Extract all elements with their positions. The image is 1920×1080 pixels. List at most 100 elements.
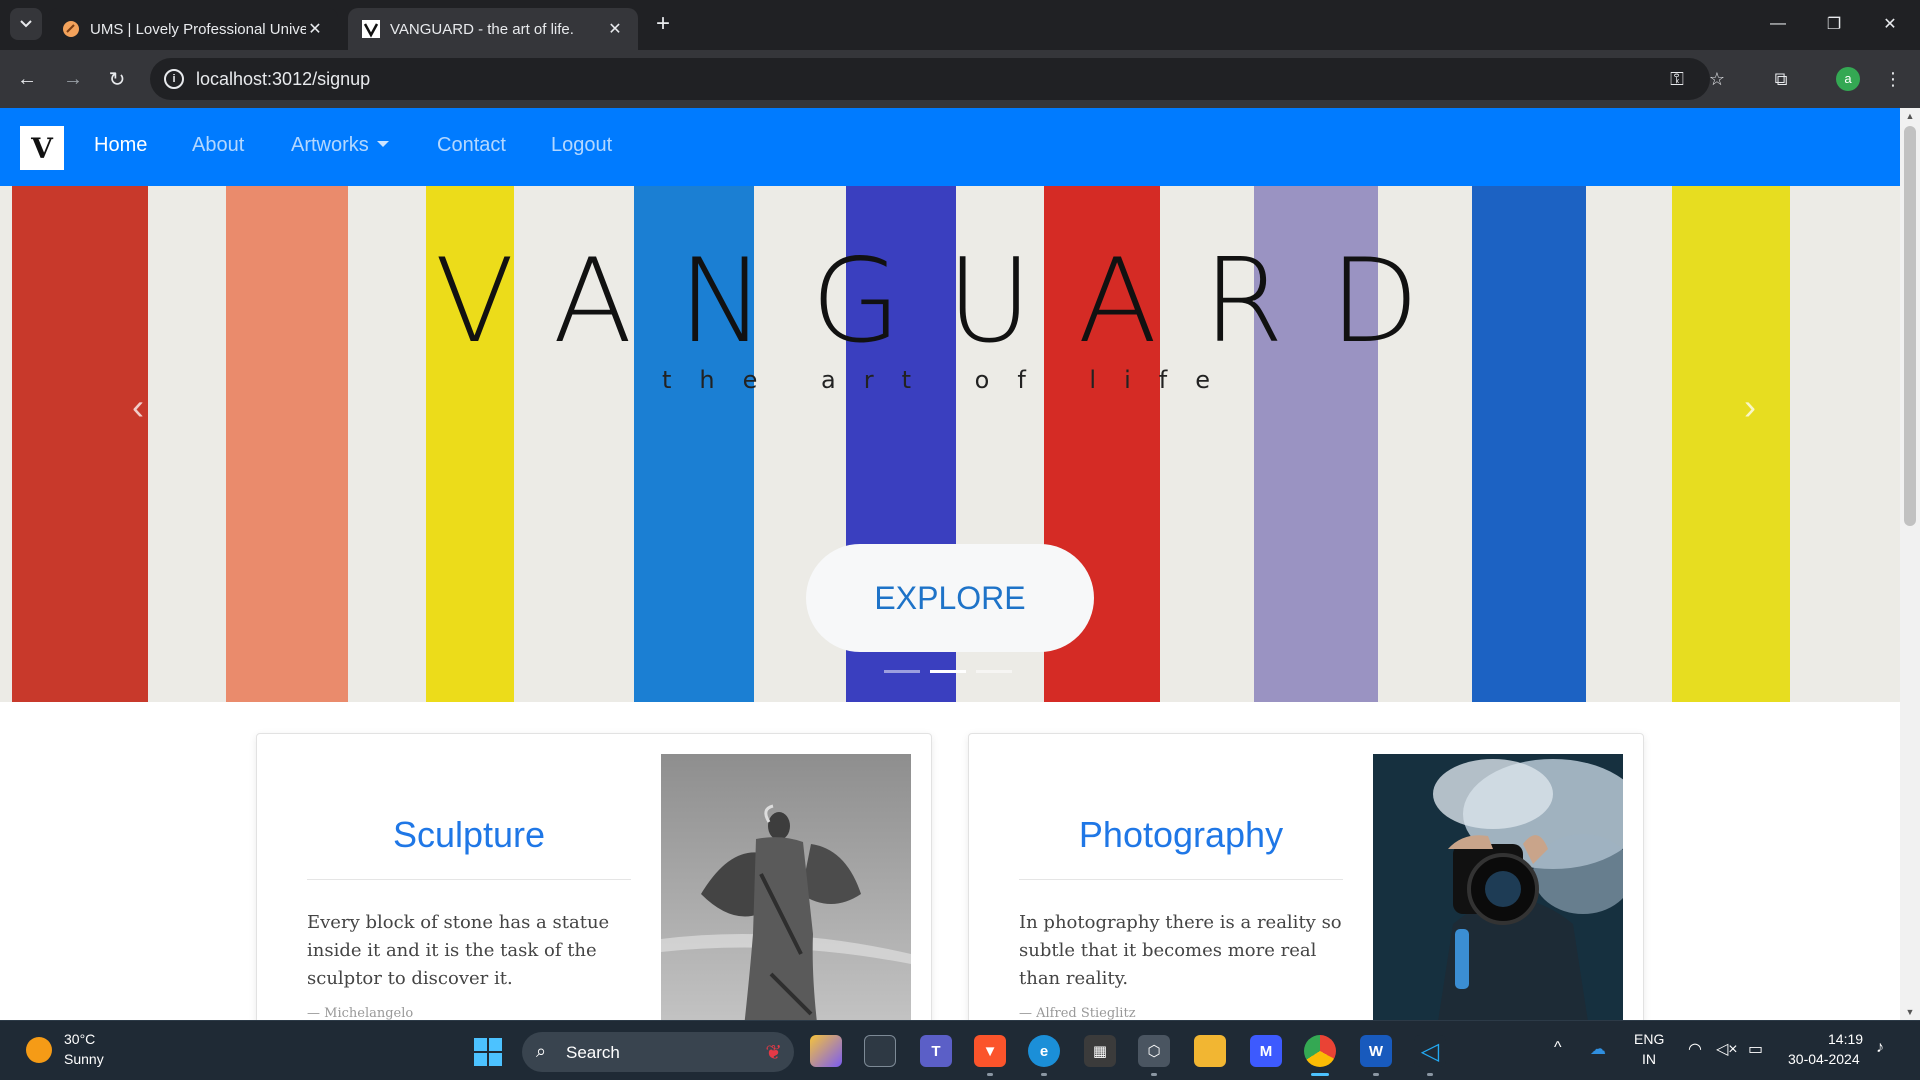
onedrive-cloud-icon[interactable]: ☁	[1590, 1039, 1606, 1059]
search-icon: ⌕	[536, 1041, 547, 1061]
password-key-icon[interactable]: ⚿	[1662, 64, 1692, 94]
new-tab-button[interactable]: +	[650, 12, 676, 38]
page-scrollbar[interactable]: ▲ ▼	[1900, 108, 1920, 1020]
carousel-next-icon[interactable]: ›	[1744, 386, 1756, 428]
profile-avatar[interactable]: a	[1836, 67, 1860, 91]
teams-icon[interactable]: T	[920, 1035, 952, 1067]
ums-favicon-icon	[63, 21, 79, 37]
back-button[interactable]: ←	[12, 64, 42, 94]
language-code[interactable]: ENG	[1634, 1031, 1664, 1047]
store-icon[interactable]: ▦	[1084, 1035, 1116, 1067]
photography-image	[1373, 754, 1623, 1020]
language-region[interactable]: IN	[1642, 1051, 1656, 1067]
running-indicator	[1427, 1073, 1433, 1076]
strawberry-icon: ❦	[765, 1042, 782, 1064]
close-window-button[interactable]: ✕	[1868, 8, 1912, 40]
wifi-icon[interactable]: ◠	[1688, 1039, 1702, 1059]
windows-taskbar: 30°C Sunny ⌕ Search ❦ T ▼ e ▦ ⬡ M W ◁ ^ …	[0, 1020, 1920, 1080]
carousel-indicators	[884, 670, 1014, 676]
chevron-down-icon	[20, 20, 32, 28]
tab-search-dropdown-button[interactable]	[10, 8, 42, 40]
explore-button[interactable]: EXPLORE	[806, 544, 1094, 652]
task-view-icon[interactable]	[864, 1035, 896, 1067]
card-quote-author: — Michelangelo	[307, 1006, 414, 1020]
carousel-indicator[interactable]	[884, 670, 920, 673]
browser-tab-vanguard[interactable]: VANGUARD - the art of life. ✕	[348, 8, 638, 50]
weather-temperature[interactable]: 30°C	[64, 1031, 95, 1047]
reload-button[interactable]: ↻	[102, 64, 132, 94]
chrome-icon[interactable]	[1304, 1035, 1336, 1067]
restore-button[interactable]: ❐	[1812, 8, 1856, 40]
nav-contact-link[interactable]: Contact	[437, 134, 506, 157]
active-app-indicator	[1311, 1073, 1329, 1076]
scroll-up-icon[interactable]: ▲	[1900, 108, 1920, 124]
running-indicator	[987, 1073, 993, 1076]
search-label: Search	[566, 1043, 620, 1062]
address-bar[interactable]: i localhost:3012/signup	[150, 58, 1710, 100]
file-explorer-icon[interactable]	[1194, 1035, 1226, 1067]
tab-title: VANGUARD - the art of life.	[390, 20, 574, 38]
clock-date[interactable]: 30-04-2024	[1788, 1051, 1860, 1067]
vscode-icon[interactable]: ◁	[1414, 1035, 1446, 1067]
card-quote-author: — Alfred Stieglitz	[1019, 1006, 1136, 1020]
close-tab-icon[interactable]: ✕	[606, 19, 624, 39]
card-divider	[307, 879, 631, 880]
sculpture-image	[661, 754, 911, 1020]
card-divider	[1019, 879, 1343, 880]
copilot-icon[interactable]	[810, 1035, 842, 1067]
nav-about-link[interactable]: About	[192, 134, 244, 157]
card-title: Photography	[1078, 814, 1284, 855]
close-tab-icon[interactable]: ✕	[306, 19, 324, 39]
card-quote: In photography there is a reality so sub…	[1019, 912, 1342, 989]
battery-icon[interactable]: ▭	[1748, 1039, 1763, 1059]
browser-menu-icon[interactable]: ⋮	[1878, 64, 1908, 94]
sculpture-card: Sculpture Every block of stone has a sta…	[256, 733, 932, 1020]
site-navbar: V Home About Artworks Contact Logout	[0, 108, 1900, 186]
carousel-indicator[interactable]	[930, 670, 966, 673]
running-indicator	[1373, 1073, 1379, 1076]
running-indicator	[1151, 1073, 1157, 1076]
carousel-indicator[interactable]	[976, 670, 1012, 673]
scrollbar-thumb[interactable]	[1904, 126, 1916, 526]
nav-artworks-dropdown[interactable]: Artworks	[291, 134, 389, 157]
browser-toolbar: ← → ↻ i localhost:3012/signup ⚿ ☆ ⧉ a ⋮	[0, 50, 1920, 108]
brave-browser-icon[interactable]: ▼	[974, 1035, 1006, 1067]
sun-icon[interactable]	[26, 1037, 52, 1063]
caret-down-icon	[376, 141, 389, 147]
forward-button[interactable]: →	[58, 64, 88, 94]
site-logo[interactable]: V	[20, 126, 64, 170]
tab-title: UMS | Lovely Professional Unive	[90, 20, 306, 38]
photography-card: Photography In photography there is a re…	[968, 733, 1644, 1020]
taskbar-search-box[interactable]: ⌕ Search ❦	[522, 1032, 794, 1072]
running-indicator	[1041, 1073, 1047, 1076]
start-button-icon[interactable]	[474, 1038, 502, 1066]
notification-bell-icon[interactable]: ♪	[1876, 1039, 1884, 1057]
carousel-prev-icon[interactable]: ‹	[132, 386, 144, 428]
vs-app-icon[interactable]: M	[1250, 1035, 1282, 1067]
nav-artworks-label: Artworks	[291, 134, 369, 156]
hero-title: VANGUARD	[434, 234, 1466, 369]
nav-home-link[interactable]: Home	[94, 134, 147, 157]
site-info-icon[interactable]: i	[164, 69, 184, 89]
hero-carousel: VANGUARD the art of life ‹ › EXPLORE	[0, 186, 1900, 702]
speaker-muted-icon[interactable]: ◁×	[1716, 1039, 1738, 1059]
hero-subtitle: the art of life	[662, 366, 1238, 394]
app-icon[interactable]: ⬡	[1138, 1035, 1170, 1067]
card-title: Sculpture	[392, 814, 546, 855]
nav-logout-link[interactable]: Logout	[551, 134, 612, 157]
vanguard-favicon-icon	[362, 20, 380, 38]
weather-condition[interactable]: Sunny	[64, 1051, 104, 1067]
extensions-icon[interactable]: ⧉	[1766, 64, 1796, 94]
browser-tab-ums[interactable]: UMS | Lovely Professional Unive ✕	[48, 8, 338, 50]
page-viewport: V Home About Artworks Contact Logout VAN…	[0, 108, 1900, 1020]
bookmark-star-icon[interactable]: ☆	[1702, 64, 1732, 94]
url-text[interactable]: localhost:3012/signup	[196, 69, 370, 90]
browser-tab-bar: UMS | Lovely Professional Unive ✕ VANGUA…	[0, 0, 1920, 50]
minimize-button[interactable]: —	[1756, 8, 1800, 40]
chevron-up-icon[interactable]: ^	[1554, 1039, 1562, 1057]
card-quote: Every block of stone has a statue inside…	[307, 912, 610, 989]
clock-time[interactable]: 14:19	[1828, 1031, 1863, 1047]
word-icon[interactable]: W	[1360, 1035, 1392, 1067]
scroll-down-icon[interactable]: ▼	[1900, 1004, 1920, 1020]
edge-browser-icon[interactable]: e	[1028, 1035, 1060, 1067]
